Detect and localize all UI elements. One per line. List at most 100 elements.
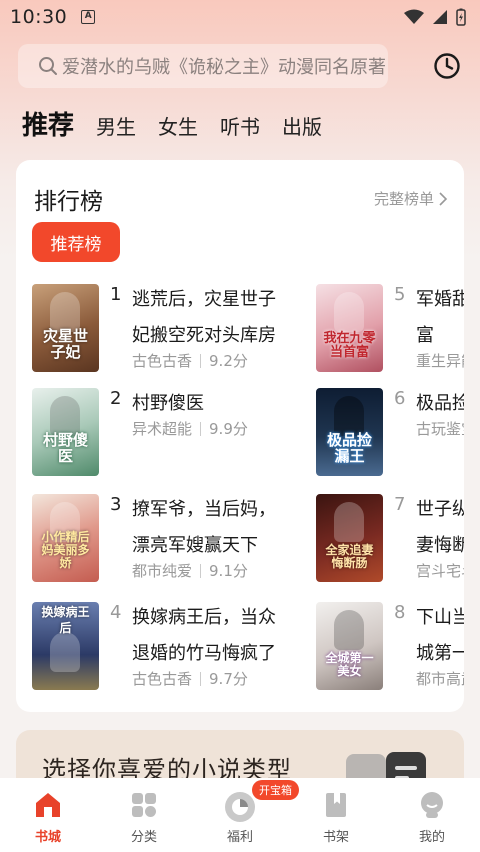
book-genre: 异术超能 — [132, 420, 193, 438]
clock-icon — [434, 53, 460, 79]
book-item[interactable]: 换嫁病王后 4 换嫁病王后，当众退婚的竹马悔疯了 古色古香 9.7分 — [32, 602, 332, 698]
book-title: 逃荒后，灾星世子妃搬空死对头库房 — [132, 289, 276, 346]
book-meta: 都市纯爱 9.1分 — [132, 560, 248, 581]
bottom-nav: 书城 分类 开宝箱 福利 书架 我的 — [0, 778, 480, 852]
book-genre: 宫斗宅斗 — [416, 562, 464, 580]
book-cover: 全城第一美女 — [316, 602, 383, 690]
book-genre: 都市高武 — [416, 670, 464, 688]
tab-recommend[interactable]: 推荐 — [22, 105, 74, 144]
book-score: 9.2分 — [209, 352, 248, 370]
nav-label: 福利 — [226, 830, 253, 845]
rank-number: 7 — [394, 494, 406, 515]
book-cover: 村野傻医 — [32, 388, 99, 476]
book-meta: 古玩鉴宝 — [416, 418, 464, 439]
signal-icon — [433, 10, 447, 24]
book-cover: 换嫁病王后 — [32, 602, 99, 690]
nav-welfare[interactable]: 开宝箱 福利 — [192, 778, 299, 852]
cover-title: 全城第一美女 — [325, 651, 374, 678]
book-meta: 宫斗宅斗 — [416, 560, 464, 581]
nav-profile[interactable]: 我的 — [384, 778, 480, 852]
search-row: 爱潜水的乌贼《诡秘之主》动漫同名原著 — [18, 44, 462, 88]
book-title: 撩军爷，当后妈，漂亮军嫂赢天下 — [132, 499, 276, 556]
book-title: 村野傻医 — [132, 393, 204, 414]
rank-number: 4 — [110, 602, 122, 623]
notification-icon: A — [81, 10, 96, 24]
cover-title: 小作精后妈美丽多娇 — [41, 530, 90, 570]
cover-title: 灾星世子妃 — [42, 327, 88, 361]
book-cover: 全家追妻悔断肠 — [316, 494, 383, 582]
cover-title: 我在九零当首富 — [323, 331, 376, 360]
tab-published[interactable]: 出版 — [282, 111, 322, 144]
status-time: 10:30 — [10, 6, 68, 28]
cover-title: 换嫁病王后 — [41, 605, 90, 635]
cover-title: 全家追妻悔断肠 — [325, 543, 374, 570]
book-item[interactable]: 全家追妻悔断肠 7 世子纵宠，全家追妻悔断肠 宫斗宅斗 — [316, 494, 464, 590]
book-meta: 古色古香 9.7分 — [132, 668, 248, 689]
nav-label: 书城 — [34, 830, 61, 845]
book-title: 军婚甜宠九零当首富 — [416, 289, 464, 346]
book-item[interactable]: 极品捡漏王 6 极品捡漏王 古玩鉴宝 — [316, 388, 464, 484]
book-cover: 我在九零当首富 — [316, 284, 383, 372]
book-cover: 极品捡漏王 — [316, 388, 383, 476]
tab-audiobook[interactable]: 听书 — [220, 111, 260, 144]
book-title: 换嫁病王后，当众退婚的竹马悔疯了 — [132, 607, 276, 664]
book-score: 9.7分 — [209, 670, 248, 688]
ranking-title: 排行榜 — [34, 189, 103, 215]
nav-bookstore[interactable]: 书城 — [0, 778, 96, 852]
book-meta: 都市高武 — [416, 668, 464, 689]
cover-figure — [50, 292, 80, 332]
book-meta: 古色古香 9.2分 — [132, 350, 248, 371]
welfare-icon — [225, 792, 255, 822]
cover-title: 村野傻医 — [42, 431, 88, 465]
rank-number: 3 — [110, 494, 122, 515]
category-tabs: 推荐 男生 女生 听书 出版 — [22, 104, 322, 144]
cover-figure — [50, 396, 80, 436]
book-meta: 异术超能 9.9分 — [132, 418, 248, 439]
book-genre: 古色古香 — [132, 352, 193, 370]
wifi-icon — [404, 9, 424, 24]
cover-title: 极品捡漏王 — [326, 431, 372, 465]
book-meta: 重生异能 — [416, 350, 464, 371]
book-item[interactable]: 我在九零当首富 5 军婚甜宠九零当首富 重生异能 — [316, 284, 464, 380]
book-genre: 重生异能 — [416, 352, 464, 370]
home-icon — [36, 793, 60, 817]
book-cover: 小作精后妈美丽多娇 — [32, 494, 99, 582]
book-title: 下山当日，娶了全城第一美女 — [416, 607, 464, 664]
nav-category[interactable]: 分类 — [96, 778, 192, 852]
recommend-ranking-pill[interactable]: 推荐榜 — [32, 222, 120, 262]
cover-figure — [50, 632, 80, 672]
history-button[interactable] — [432, 51, 462, 81]
book-item[interactable]: 灾星世子妃 1 逃荒后，灾星世子妃搬空死对头库房 古色古香 9.2分 — [32, 284, 332, 380]
cover-figure — [334, 502, 364, 542]
rank-number: 8 — [394, 602, 406, 623]
rank-number: 5 — [394, 284, 406, 305]
tab-female[interactable]: 女生 — [158, 111, 198, 144]
rank-number: 1 — [110, 284, 122, 305]
nav-bookshelf[interactable]: 书架 — [288, 778, 384, 852]
nav-label: 分类 — [130, 830, 157, 845]
full-ranking-label: 完整榜单 — [373, 190, 434, 208]
book-item[interactable]: 全城第一美女 8 下山当日，娶了全城第一美女 都市高武 — [316, 602, 464, 698]
nav-label: 我的 — [418, 830, 445, 845]
search-input[interactable]: 爱潜水的乌贼《诡秘之主》动漫同名原著 — [18, 44, 388, 88]
cover-figure — [334, 292, 364, 332]
book-cover: 灾星世子妃 — [32, 284, 99, 372]
profile-icon — [421, 792, 443, 818]
search-icon — [39, 57, 57, 75]
book-score: 9.1分 — [209, 562, 248, 580]
book-genre: 都市纯爱 — [132, 562, 193, 580]
book-title: 极品捡漏王 — [416, 393, 464, 414]
chevron-right-icon — [439, 191, 448, 206]
book-item[interactable]: 村野傻医 2 村野傻医 异术超能 9.9分 — [32, 388, 332, 484]
book-item[interactable]: 小作精后妈美丽多娇 3 撩军爷，当后妈，漂亮军嫂赢天下 都市纯爱 9.1分 — [32, 494, 332, 590]
book-genre: 古玩鉴宝 — [416, 420, 464, 438]
cover-figure — [334, 610, 364, 650]
battery-icon — [456, 8, 466, 26]
category-grid-icon — [132, 793, 156, 817]
book-score: 9.9分 — [209, 420, 248, 438]
full-ranking-link[interactable]: 完整榜单 — [374, 188, 448, 209]
ranking-card: 排行榜 完整榜单 推荐榜 灾星世子妃 1 逃荒后，灾星世子妃搬空死对头库房 古色… — [16, 160, 464, 712]
rank-number: 6 — [394, 388, 406, 409]
tab-male[interactable]: 男生 — [96, 111, 136, 144]
status-icons — [404, 8, 466, 26]
